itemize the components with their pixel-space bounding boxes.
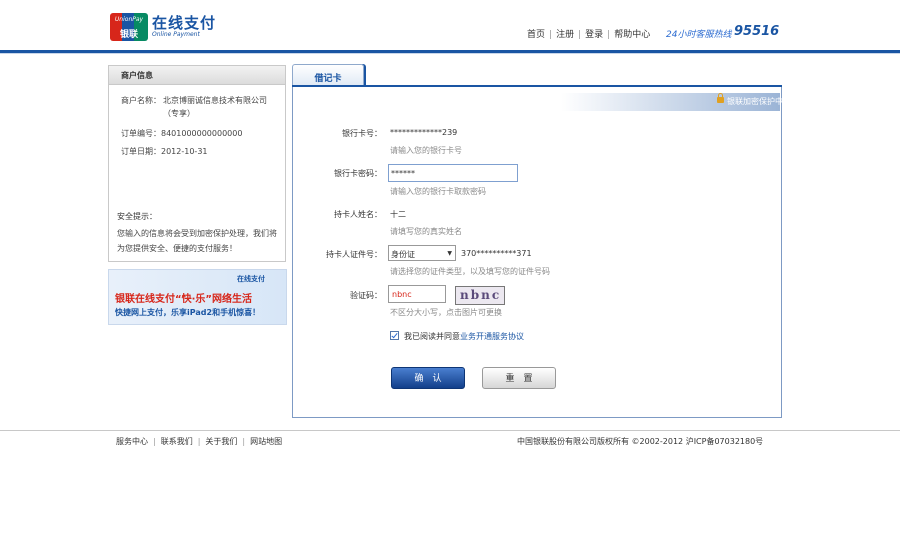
card-number-value: *************239	[390, 128, 458, 137]
card-password-hint: 请输入您的银行卡取款密码	[390, 187, 486, 196]
holder-name-hint: 请填写您的真实姓名	[390, 227, 462, 236]
unionpay-logo: UnionPay 银联	[110, 13, 148, 41]
secure-strip	[293, 93, 780, 111]
captcha-image-text: nbnc	[460, 288, 502, 302]
header-divider-light	[0, 53, 900, 54]
nav-home[interactable]: 首页	[527, 30, 545, 40]
id-type-value: 身份证	[391, 250, 415, 259]
card-password-label: 银行卡密码：	[334, 169, 382, 178]
captcha-label: 验证码：	[350, 291, 382, 300]
security-tip-title: 安全提示：	[117, 212, 157, 221]
holder-name-label: 持卡人姓名：	[334, 210, 382, 219]
holder-id-value: 370**********371	[461, 249, 532, 258]
card-number-label: 银行卡号：	[342, 129, 382, 138]
agree-text-row: 我已阅读并同意业务开通服务协议	[404, 331, 524, 342]
captcha-input[interactable]: nbnc	[388, 285, 446, 303]
merchant-name-value: 北京博丽诚信息技术有限公司（专享）	[163, 96, 267, 118]
secure-text: 银联加密保护中	[727, 97, 783, 106]
order-number-label: 订单编号：	[121, 129, 161, 138]
tab-debit-card-label: 借记卡	[314, 74, 342, 84]
nav-login[interactable]: 登录	[585, 30, 603, 40]
holder-name-value: 十二	[390, 210, 406, 219]
merchant-name-label: 商户名称：	[121, 96, 161, 105]
security-tip-text: 您输入的信息将会受到加密保护处理，我们将为您提供安全、便捷的支付服务！	[117, 229, 277, 253]
captcha-image[interactable]: nbnc	[455, 286, 505, 305]
order-date-value: 2012-10-31	[161, 147, 208, 156]
agree-checkbox[interactable]	[390, 331, 399, 340]
banner-subtitle: 快捷网上支付，乐享iPad2和手机惊喜！	[115, 308, 261, 317]
brand-subtitle: Online Payment	[152, 31, 200, 38]
chevron-down-icon: ▼	[447, 250, 452, 257]
id-type-select[interactable]: 身份证 ▼	[388, 245, 456, 261]
footer-link-service[interactable]: 服务中心	[116, 437, 148, 446]
brand-title: 在线支付	[152, 14, 217, 32]
merchant-name-row: 商户名称：	[121, 94, 161, 107]
logo-en-text: UnionPay	[114, 16, 144, 23]
nav-register[interactable]: 注册	[556, 30, 574, 40]
order-number-value: 8401000000000000	[161, 129, 243, 138]
merchant-info-title: 商户信息	[121, 71, 153, 80]
card-password-input[interactable]: ******	[388, 164, 518, 182]
holder-id-hint: 请选择您的证件类型，以及填写您的证件号码	[390, 267, 550, 276]
agree-text: 我已阅读并同意	[404, 332, 460, 341]
confirm-button[interactable]: 确 认	[391, 367, 465, 389]
promo-banner[interactable]: 在线支付 银联在线支付“快·乐”网络生活 快捷网上支付，乐享iPad2和手机惊喜…	[108, 269, 287, 325]
order-date-row: 订单日期：2012-10-31	[121, 145, 208, 158]
nav-help[interactable]: 帮助中心	[614, 30, 650, 40]
lock-icon	[717, 93, 724, 103]
reset-button[interactable]: 重 置	[482, 367, 556, 389]
merchant-info-header: 商户信息	[109, 66, 285, 85]
holder-id-label: 持卡人证件号：	[326, 250, 382, 259]
footer-link-about[interactable]: 关于我们	[205, 437, 237, 446]
tab-debit-card[interactable]: 借记卡	[292, 64, 364, 86]
footer-links: 服务中心 | 联系我们 | 关于我们 | 网站地图	[116, 437, 283, 446]
banner-logo: 在线支付	[237, 275, 265, 283]
hotline-number: 95516	[734, 24, 780, 39]
captcha-hint: 不区分大小写，点击图片可更换	[390, 308, 502, 317]
card-number-hint: 请输入您的银行卡号	[390, 146, 462, 155]
footer-link-contact[interactable]: 联系我们	[161, 437, 193, 446]
hotline-label: 24小时客服热线	[666, 30, 732, 40]
order-number-row: 订单编号：8401000000000000	[121, 127, 242, 140]
footer-divider	[0, 430, 900, 431]
footer-link-sitemap[interactable]: 网站地图	[250, 437, 282, 446]
copyright-text: 中国银联股份有限公司版权所有 ©2002-2012 沪ICP备07032180号	[517, 437, 764, 446]
banner-title: 银联在线支付“快·乐”网络生活	[115, 294, 252, 305]
order-date-label: 订单日期：	[121, 147, 161, 156]
agreement-link[interactable]: 业务开通服务协议	[460, 332, 524, 341]
merchant-info-panel: 商户信息 商户名称： 北京博丽诚信息技术有限公司（专享） 订单编号：840100…	[108, 65, 286, 262]
top-nav: 首页 | 注册 | 登录 | 帮助中心	[527, 30, 651, 40]
logo-cn-text: 银联	[119, 30, 138, 40]
